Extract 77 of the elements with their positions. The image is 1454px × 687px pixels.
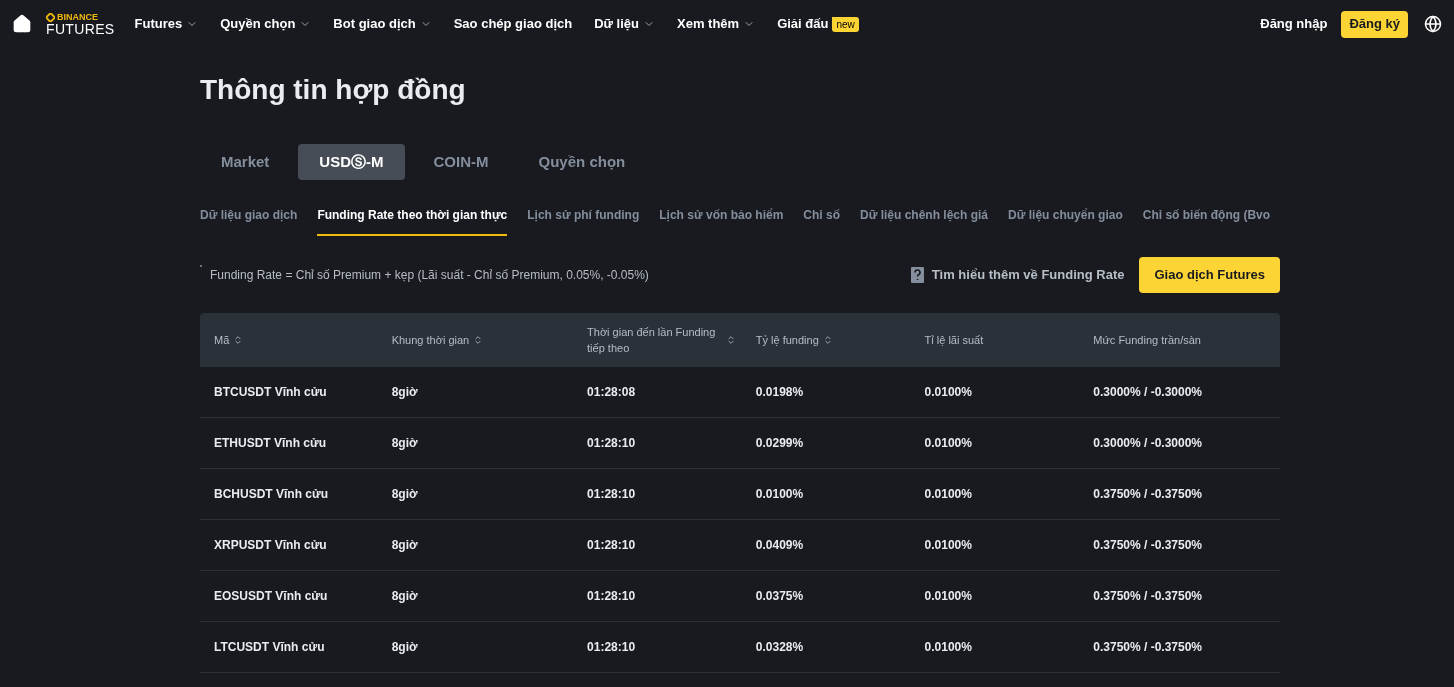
subtab[interactable]: Dữ liệu giao dịch <box>200 206 298 236</box>
table-cell[interactable]: BCHUSDT Vĩnh cửu <box>214 487 329 501</box>
table-cell[interactable]: BTCUSDT Vĩnh cửu <box>214 385 327 399</box>
table-cell: 0.3750% / -0.3750% <box>1093 538 1203 552</box>
learn-more-link[interactable]: Tìm hiểu thêm về Funding Rate <box>931 265 1125 285</box>
formula-text: Funding Rate = Chỉ số Premium + kẹp (Lãi suất - Chỉ số Premium, 0.05%, -0.05%) <box>210 267 649 284</box>
table-cell: 01:28:10 <box>587 640 636 654</box>
table-cell: 0.3000% / -0.3000% <box>1093 385 1203 399</box>
table-cell: 0.3000% / -0.3000% <box>1093 436 1203 450</box>
table-cell[interactable]: LTCUSDT Vĩnh cửu <box>214 640 325 654</box>
column-header: Tỉ lệ lãi suất <box>924 332 984 348</box>
nav-link[interactable]: Giải đấu <box>777 14 829 34</box>
column-header[interactable]: Khung thời gian <box>391 331 470 349</box>
register-button[interactable]: Đăng ký <box>1341 10 1408 38</box>
subtab[interactable]: Chỉ số biến động (Bvo <box>1142 206 1271 236</box>
column-header: Mức Funding trần/sàn <box>1093 332 1201 348</box>
table-cell: 0.0299% <box>755 436 804 450</box>
subtab[interactable]: Lịch sử phí funding <box>527 206 640 236</box>
table-cell: 8giờ <box>391 640 418 654</box>
new-badge: new <box>832 16 859 32</box>
table-cell: 0.0100% <box>924 436 972 450</box>
table-cell[interactable]: XRPUSDT Vĩnh cửu <box>214 538 327 552</box>
table-cell: 0.0100% <box>924 487 972 501</box>
table-cell: 01:28:08 <box>587 385 636 399</box>
table-cell: 01:28:10 <box>587 589 636 603</box>
column-header[interactable]: Thời gian đến lần Funding tiếp theo <box>587 324 723 356</box>
table-cell: 01:28:10 <box>587 538 636 552</box>
sort-icon[interactable] <box>822 335 833 345</box>
home-icon[interactable] <box>12 14 32 34</box>
table-cell: 0.0100% <box>924 589 972 603</box>
table-cell: 0.0100% <box>924 640 972 654</box>
subtab[interactable]: Lịch sử vốn bảo hiểm <box>659 206 784 236</box>
subtab[interactable]: Dữ liệu chuyển giao <box>1008 206 1123 236</box>
table-cell: 8giờ <box>391 385 418 399</box>
table-cell: 01:28:10 <box>587 487 636 501</box>
table-cell: 0.3750% / -0.3750% <box>1093 589 1203 603</box>
globe-icon[interactable] <box>1424 15 1442 33</box>
table-cell: 0.0409% <box>755 538 804 552</box>
tab[interactable]: COIN-M <box>412 144 510 180</box>
table-cell: 0.3750% / -0.3750% <box>1093 640 1203 654</box>
sort-icon[interactable] <box>726 335 737 345</box>
table-cell[interactable]: EOSUSDT Vĩnh cửu <box>214 589 328 603</box>
nav-link[interactable]: Bot giao dịch <box>333 14 432 34</box>
table-cell: 0.0198% <box>755 385 804 399</box>
page-title: Thông tin hợp đồng <box>200 73 467 107</box>
table-cell: 8giờ <box>391 538 418 552</box>
table-cell: 01:28:10 <box>587 436 636 450</box>
nav-link[interactable]: Quyền chọn <box>220 14 312 34</box>
table-cell: 8giờ <box>391 487 418 501</box>
table-cell[interactable]: ETHUSDT Vĩnh cửu <box>214 436 327 450</box>
subtab[interactable]: Dữ liệu chênh lệch giá <box>860 206 989 236</box>
subtab[interactable]: Funding Rate theo thời gian thực <box>317 206 508 236</box>
subtab[interactable]: Chỉ số <box>803 206 840 236</box>
column-header[interactable]: Mã <box>214 331 230 349</box>
diamond-icon <box>46 12 55 22</box>
table-cell: 0.0100% <box>924 385 972 399</box>
table-cell: 0.3750% / -0.3750% <box>1093 487 1203 501</box>
table-cell: 0.0328% <box>755 640 804 654</box>
tab[interactable]: Quyền chọn <box>517 144 647 180</box>
nav-link[interactable]: Xem thêm <box>677 14 756 34</box>
column-header[interactable]: Tỷ lệ funding <box>755 331 819 349</box>
help-book-icon[interactable] <box>909 267 924 283</box>
nav-link[interactable]: Dữ liệu <box>594 14 655 34</box>
table-cell: 0.0100% <box>755 487 804 501</box>
table-cell: 0.0375% <box>755 589 804 603</box>
sort-icon[interactable] <box>473 335 484 345</box>
table-cell: 0.0100% <box>924 538 972 552</box>
sort-icon[interactable] <box>233 335 244 345</box>
table-cell: 8giờ <box>391 589 418 603</box>
trade-futures-button[interactable]: Giao dịch Futures <box>1139 257 1280 293</box>
table-cell: 8giờ <box>391 436 418 450</box>
logo[interactable]: BINANCE FUTURES <box>46 12 115 36</box>
login-link[interactable]: Đăng nhập <box>1260 14 1328 34</box>
nav-link[interactable]: Sao chép giao dịch <box>453 14 573 34</box>
tab[interactable]: Market <box>200 144 291 180</box>
tab[interactable]: USDⓈ-M <box>298 144 405 180</box>
nav-link[interactable]: Futures <box>134 14 199 34</box>
